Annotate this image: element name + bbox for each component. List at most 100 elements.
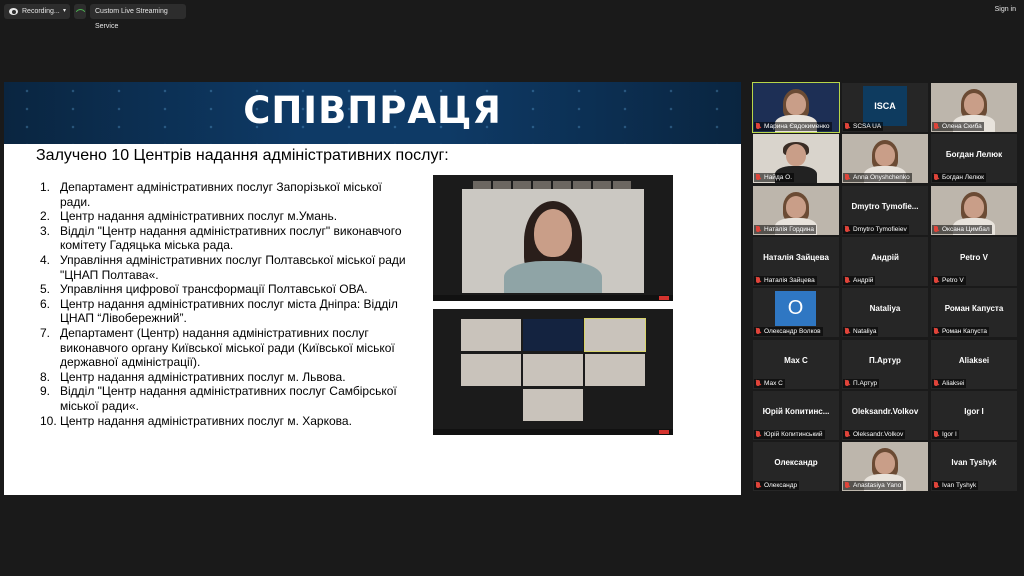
list-item-text: Управління адміністративних послуг Полта… <box>60 252 406 282</box>
participant-tile[interactable]: Наталія Зайцева Наталія Зайцева <box>753 236 839 286</box>
participant-display-name: Nataliya <box>869 304 901 314</box>
list-item: 8. Центр надання адміністративних послуг … <box>40 370 412 385</box>
list-item-text: Центр надання адміністративних послуг м.… <box>60 209 338 224</box>
participant-tile[interactable]: Марина Євдокименко <box>752 82 840 133</box>
participant-name: Олена Скиба <box>942 123 982 130</box>
list-item: 7. Департамент (Центр) надання адміністра… <box>40 326 412 370</box>
participant-tile[interactable]: Petro V Petro V <box>931 236 1017 286</box>
participant-name: Oleksandr.Volkov <box>853 430 904 438</box>
participant-tile[interactable]: Найда О. <box>753 134 839 184</box>
recording-button[interactable]: Recording... ▾ <box>4 4 70 19</box>
live-streaming-button[interactable]: Custom Live Streaming Service <box>90 4 186 30</box>
list-item-text: Управління цифрової трансформації Полтав… <box>60 282 368 297</box>
centers-list: 1. Департамент адміністративних послуг За… <box>40 180 412 428</box>
list-item-number: 10. <box>40 413 57 428</box>
avatar: O <box>775 291 816 327</box>
participant-display-name: Dmytro Tymofie... <box>851 201 919 211</box>
participant-tile[interactable]: Олександр Олександр <box>753 442 839 492</box>
participant-name: Роман Капуста <box>942 328 988 336</box>
participant-name: Igor I <box>942 430 957 438</box>
list-item-text: Центр надання адміністративних послуг мі… <box>60 296 398 326</box>
participant-tile[interactable]: Юрій Копитинс... Юрій Копитинський <box>753 390 839 440</box>
mic-muted-icon <box>934 328 938 335</box>
mic-muted-icon <box>934 225 938 232</box>
participant-name-label: Anastasiya Yano <box>843 481 904 491</box>
participant-tile[interactable]: Anna Onyshchenko <box>842 134 928 184</box>
participant-tile[interactable]: Мах С Мах С <box>753 339 839 389</box>
participant-tile[interactable]: ISCA SCSA UA <box>842 83 928 132</box>
participant-display-name: Petro V <box>959 252 988 262</box>
participant-tile[interactable]: П.Артур П.Артур <box>842 339 928 389</box>
participant-name: Марина Євдокименко <box>764 123 830 130</box>
screenshot-speaker-view <box>433 175 673 301</box>
participant-name-label: Oleksandr.Volkov <box>843 429 906 439</box>
list-item-number: 1. <box>40 180 51 194</box>
participant-tile[interactable]: Igor I Igor I <box>931 390 1017 440</box>
avatar: ISCA <box>863 86 907 126</box>
participant-name: Aliaksei <box>942 379 965 387</box>
participant-name-label: Dmytro Tymofieiev <box>843 224 909 234</box>
list-item-text: Центр надання адміністративних послуг м.… <box>60 369 346 384</box>
mic-muted-icon <box>934 482 938 489</box>
live-stream-icon[interactable] <box>74 4 86 19</box>
mic-muted-icon <box>845 174 849 181</box>
participant-tile[interactable]: Богдан Лелюк Богдан Лелюк <box>931 134 1017 184</box>
participant-name-label: Олександр <box>754 481 800 491</box>
list-item-text: Департамент (Центр) надання адміністрати… <box>60 325 395 370</box>
participant-name-label: Андрій <box>843 275 876 285</box>
slide-banner: СПІВПРАЦЯ <box>4 82 741 144</box>
chevron-down-icon[interactable]: ▾ <box>63 4 66 19</box>
participant-display-name: Oleksandr.Volkov <box>851 406 919 416</box>
mic-muted-icon <box>934 276 938 283</box>
participant-name-label: Ivan Tyshyk <box>932 481 979 491</box>
list-item-number: 6. <box>40 296 51 311</box>
participant-display-name: Богдан Лелюк <box>945 150 1003 160</box>
participant-name-label: Petro V <box>932 275 966 285</box>
thumbnail-strip <box>473 177 633 190</box>
participant-name-label: SCSA UA <box>843 122 884 131</box>
mic-muted-icon <box>756 225 760 232</box>
participant-name-label: Anna Onyshchenko <box>843 173 912 183</box>
list-item-text: Відділ "Центр надання адміністративних п… <box>60 223 402 253</box>
recording-label: Recording... <box>22 8 60 15</box>
participant-name-label: Роман Капуста <box>932 327 990 337</box>
mic-muted-icon <box>934 430 938 437</box>
participant-tile[interactable]: Ivan Tyshyk Ivan Tyshyk <box>931 442 1017 492</box>
participant-tile[interactable]: Олена Скиба <box>931 83 1017 132</box>
participant-display-name: Мах С <box>784 355 808 365</box>
participant-name: Найда О. <box>764 174 793 182</box>
participant-tile[interactable]: Dmytro Tymofie... Dmytro Tymofieiev <box>842 185 928 235</box>
participant-name-label: Олена Скиба <box>932 122 984 131</box>
participant-tile[interactable]: Роман Капуста Роман Капуста <box>931 288 1017 338</box>
participant-tile[interactable]: Oleksandr.Volkov Oleksandr.Volkov <box>842 390 928 440</box>
list-item-number: 3. <box>40 223 51 238</box>
toolbar: Recording... ▾ Custom Live Streaming Ser… <box>0 0 1024 30</box>
mic-muted-icon <box>934 123 938 129</box>
participant-name-label: Оксана Цимбал <box>932 224 992 234</box>
list-item: 6. Центр надання адміністративних послуг … <box>40 297 412 326</box>
participant-tile[interactable]: Андрій Андрій <box>842 236 928 286</box>
participant-name-label: Наталія Зайцева <box>754 275 817 285</box>
participant-tile[interactable]: Nataliya Nataliya <box>842 288 928 338</box>
list-item: 10. Центр надання адміністративних послуг… <box>40 414 412 429</box>
participant-name-label: П.Артур <box>843 378 880 388</box>
participant-display-name: П.Артур <box>869 355 901 365</box>
participant-name-label: Олександр Волков <box>754 327 823 337</box>
participant-tile[interactable]: Наталія Гордина <box>753 185 839 235</box>
participant-display-name: Андрій <box>871 252 899 262</box>
sign-in-link[interactable]: Sign in <box>995 6 1016 13</box>
participant-display-name: Aliaksei <box>958 355 990 365</box>
participant-name: Оксана Цимбал <box>942 225 990 233</box>
participant-tile[interactable]: Aliaksei Aliaksei <box>931 339 1017 389</box>
list-item-number: 8. <box>40 369 51 384</box>
mic-muted-icon <box>845 379 849 386</box>
participant-display-name: Наталія Зайцева <box>763 252 829 262</box>
list-item: 9. Відділ "Центр надання адміністративних… <box>40 384 412 413</box>
participant-tile[interactable]: Anastasiya Yano <box>842 442 928 492</box>
mic-muted-icon <box>934 379 938 386</box>
participant-name: Андрій <box>853 276 874 284</box>
participant-tile[interactable]: O Олександр Волков <box>753 288 839 338</box>
shared-screen-slide: СПІВПРАЦЯ Залучено 10 Центрів надання ад… <box>4 82 741 495</box>
participant-tile[interactable]: Оксана Цимбал <box>931 185 1017 235</box>
participant-name-label: Юрій Копитинський <box>754 429 825 439</box>
